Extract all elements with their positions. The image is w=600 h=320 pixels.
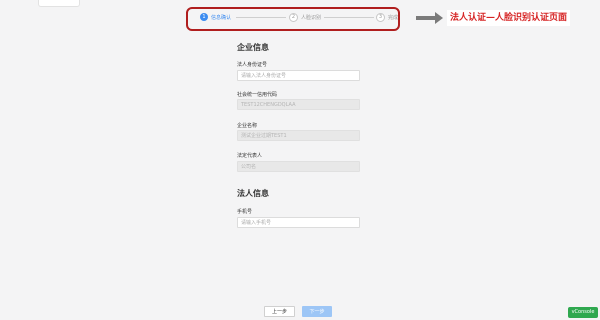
annotation-arrow-icon bbox=[416, 16, 436, 20]
step-1: 1 信息确认 bbox=[200, 13, 231, 21]
credit-code-field: TEST12CHENGDQLAA bbox=[237, 99, 360, 110]
credit-code-label: 社会统一信用代码 bbox=[237, 92, 278, 98]
step-connector-2 bbox=[324, 17, 374, 18]
annotation-label: 法人认证—人脸识别认证页面 bbox=[447, 10, 571, 26]
top-nav-stub bbox=[38, 0, 80, 7]
step-3-label: 完成 bbox=[388, 15, 399, 21]
step-connector-1 bbox=[236, 17, 286, 18]
step-3-number: 3 bbox=[376, 13, 385, 22]
legal-rep-field: 公司名 bbox=[237, 161, 360, 172]
annotation-arrow-head-icon bbox=[435, 12, 443, 24]
phone-input[interactable]: 请输入手机号 bbox=[237, 217, 360, 228]
legal-person-section-title: 法人信息 bbox=[237, 189, 269, 198]
phone-label: 手机号 bbox=[237, 209, 253, 215]
vconsole-button[interactable]: vConsole bbox=[568, 307, 598, 318]
step-2: 2 人脸识别 bbox=[289, 13, 321, 22]
company-name-label: 企业名称 bbox=[237, 123, 258, 129]
id-number-input[interactable]: 请输入法人身份证号 bbox=[237, 70, 360, 81]
step-1-number: 1 bbox=[200, 13, 208, 21]
step-2-number: 2 bbox=[289, 13, 298, 22]
company-name-field: 测试企业过期TEST1 bbox=[237, 130, 360, 141]
step-3: 3 完成 bbox=[376, 13, 398, 22]
id-number-label: 法人身份证号 bbox=[237, 62, 268, 68]
step-1-label: 信息确认 bbox=[211, 14, 232, 21]
legal-rep-label: 法定代表人 bbox=[237, 153, 263, 159]
next-step-button[interactable]: 下一步 bbox=[302, 306, 332, 317]
prev-step-button[interactable]: 上一步 bbox=[264, 306, 295, 317]
step-2-label: 人脸识别 bbox=[301, 15, 322, 21]
enterprise-section-title: 企业信息 bbox=[237, 43, 269, 52]
